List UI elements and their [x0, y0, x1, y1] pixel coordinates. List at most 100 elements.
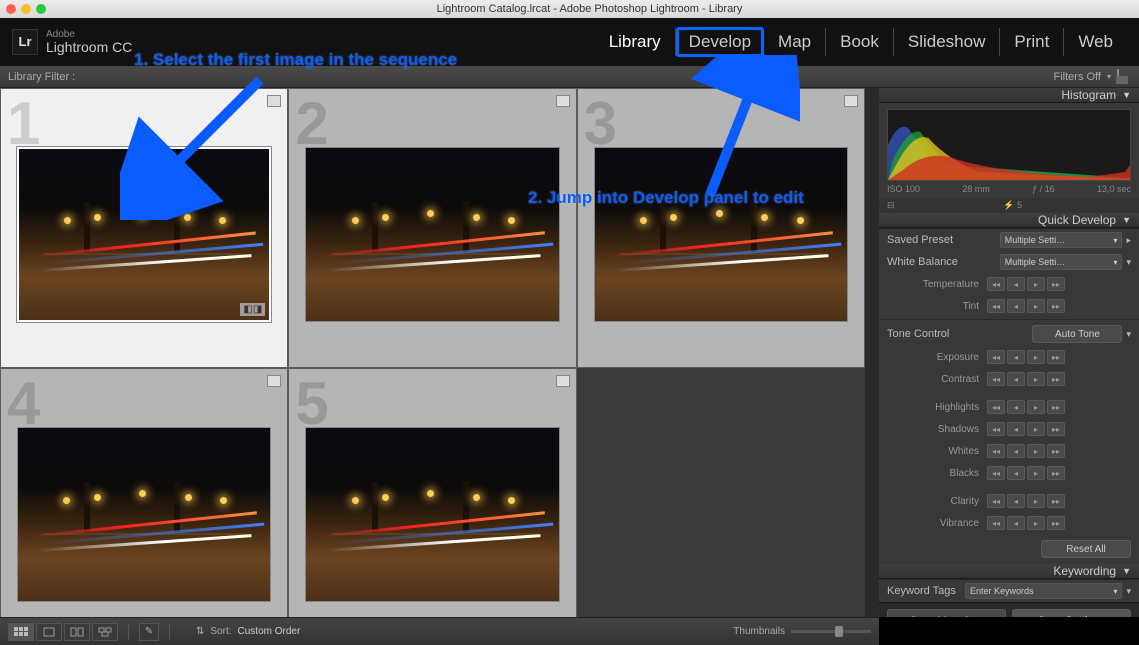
stepper-button[interactable]: ▸ [1027, 444, 1045, 458]
stepper-button[interactable]: ▸ [1027, 350, 1045, 364]
stepper-button[interactable]: ▸▸ [1047, 350, 1065, 364]
compare-view-button[interactable] [64, 623, 90, 641]
thumbnail-size-slider[interactable] [791, 630, 871, 633]
module-library[interactable]: Library [595, 28, 676, 56]
module-book[interactable]: Book [826, 28, 894, 56]
flag-icon[interactable] [556, 95, 570, 107]
minimize-window-icon[interactable] [21, 4, 31, 14]
stepper-button[interactable]: ▸ [1027, 422, 1045, 436]
reset-all-button[interactable]: Reset All [1041, 540, 1131, 558]
thumbnail-image[interactable] [305, 147, 559, 322]
stepper-button[interactable]: ▸▸ [1047, 494, 1065, 508]
survey-view-button[interactable] [92, 623, 118, 641]
exposure-stepper[interactable]: ◂◂◂▸▸▸ [987, 350, 1065, 364]
grid-view-button[interactable] [8, 623, 34, 641]
sync-metadata-button[interactable]: Sync Metadata [887, 609, 1006, 617]
close-window-icon[interactable] [6, 4, 16, 14]
stepper-button[interactable]: ◂ [1007, 422, 1025, 436]
thumbnail-image[interactable] [17, 427, 271, 602]
chevron-down-icon[interactable]: ▾ [1107, 72, 1111, 81]
stepper-button[interactable]: ◂ [1007, 372, 1025, 386]
stepper-button[interactable]: ▸▸ [1047, 372, 1065, 386]
filters-off-label[interactable]: Filters Off [1054, 71, 1101, 83]
stepper-button[interactable]: ◂◂ [987, 466, 1005, 480]
chevron-down-icon[interactable]: ▾ [1126, 257, 1131, 268]
stepper-button[interactable]: ◂◂ [987, 494, 1005, 508]
thumbnail-cell[interactable]: 3 [577, 88, 865, 368]
stepper-button[interactable]: ▸▸ [1047, 422, 1065, 436]
stepper-button[interactable]: ◂◂ [987, 372, 1005, 386]
thumbnail-cell[interactable]: 4 [0, 368, 288, 617]
stepper-button[interactable]: ◂ [1007, 350, 1025, 364]
flag-icon[interactable] [267, 95, 281, 107]
stepper-button[interactable]: ◂ [1007, 400, 1025, 414]
tint-stepper[interactable]: ◂◂◂▸▸▸ [987, 299, 1065, 313]
module-slideshow[interactable]: Slideshow [894, 28, 1001, 56]
stepper-button[interactable]: ◂ [1007, 444, 1025, 458]
grid-scrollbar[interactable] [865, 88, 879, 617]
stepper-button[interactable]: ▸ [1027, 516, 1045, 530]
shadows-stepper[interactable]: ◂◂◂▸▸▸ [987, 422, 1065, 436]
stepper-button[interactable]: ▸ [1027, 277, 1045, 291]
chevron-down-icon[interactable]: ▾ [1126, 329, 1131, 340]
module-develop[interactable]: Develop [676, 27, 764, 57]
thumbnail-image[interactable] [594, 147, 848, 322]
stepper-button[interactable]: ◂◂ [987, 350, 1005, 364]
keyword-tags-dropdown[interactable]: Enter Keywords▾ [965, 583, 1122, 599]
temperature-stepper[interactable]: ◂◂◂▸▸▸ [987, 277, 1065, 291]
stepper-button[interactable]: ◂◂ [987, 277, 1005, 291]
stepper-button[interactable]: ◂ [1007, 516, 1025, 530]
stepper-button[interactable]: ◂ [1007, 466, 1025, 480]
sort-order-dropdown[interactable]: Custom Order [238, 626, 301, 637]
module-map[interactable]: Map [764, 28, 826, 56]
stepper-button[interactable]: ▸▸ [1047, 299, 1065, 313]
chevron-down-icon[interactable]: ▾ [1126, 586, 1131, 597]
blacks-stepper[interactable]: ◂◂◂▸▸▸ [987, 466, 1065, 480]
stepper-button[interactable]: ◂◂ [987, 400, 1005, 414]
chevron-right-icon[interactable]: ▸ [1126, 235, 1131, 246]
stepper-button[interactable]: ▸▸ [1047, 277, 1065, 291]
stepper-button[interactable]: ▸▸ [1047, 516, 1065, 530]
sync-settings-button[interactable]: Sync Settings [1012, 609, 1131, 617]
stepper-button[interactable]: ◂ [1007, 277, 1025, 291]
stepper-button[interactable]: ▸▸ [1047, 466, 1065, 480]
thumbnail-image[interactable] [305, 427, 559, 602]
histogram-plot[interactable] [887, 109, 1131, 181]
stepper-button[interactable]: ◂◂ [987, 444, 1005, 458]
stepper-button[interactable]: ▸ [1027, 494, 1045, 508]
lock-icon[interactable] [1117, 69, 1119, 82]
contrast-stepper[interactable]: ◂◂◂▸▸▸ [987, 372, 1065, 386]
stepper-button[interactable]: ▸ [1027, 372, 1045, 386]
stepper-button[interactable]: ◂ [1007, 494, 1025, 508]
thumbnail-image[interactable]: ◧◨ [17, 147, 271, 322]
histogram-header[interactable]: Histogram▼ [879, 88, 1139, 103]
stepper-button[interactable]: ◂ [1007, 299, 1025, 313]
auto-tone-button[interactable]: Auto Tone [1032, 325, 1122, 343]
quick-develop-header[interactable]: Quick Develop▼ [879, 213, 1139, 228]
stepper-button[interactable]: ▸▸ [1047, 400, 1065, 414]
white-balance-dropdown[interactable]: Multiple Setti…▾ [1000, 254, 1123, 270]
thumbnail-cell[interactable]: 5 [288, 368, 576, 617]
flag-icon[interactable] [556, 375, 570, 387]
stepper-button[interactable]: ◂◂ [987, 422, 1005, 436]
saved-preset-dropdown[interactable]: Multiple Setti…▾ [1000, 232, 1123, 248]
flag-icon[interactable] [267, 375, 281, 387]
flag-icon[interactable] [844, 95, 858, 107]
clarity-stepper[interactable]: ◂◂◂▸▸▸ [987, 494, 1065, 508]
sort-direction-icon[interactable]: ⇅ [196, 626, 204, 637]
vibrance-stepper[interactable]: ◂◂◂▸▸▸ [987, 516, 1065, 530]
whites-stepper[interactable]: ◂◂◂▸▸▸ [987, 444, 1065, 458]
stepper-button[interactable]: ▸ [1027, 466, 1045, 480]
loupe-view-button[interactable] [36, 623, 62, 641]
zoom-window-icon[interactable] [36, 4, 46, 14]
stepper-button[interactable]: ▸▸ [1047, 444, 1065, 458]
thumbnail-cell[interactable]: 1◧◨ [0, 88, 288, 368]
stepper-button[interactable]: ◂◂ [987, 516, 1005, 530]
module-web[interactable]: Web [1064, 28, 1127, 56]
stepper-button[interactable]: ▸ [1027, 299, 1045, 313]
highlights-stepper[interactable]: ◂◂◂▸▸▸ [987, 400, 1065, 414]
stepper-button[interactable]: ◂◂ [987, 299, 1005, 313]
keywording-header[interactable]: Keywording▼ [879, 564, 1139, 579]
painter-tool-button[interactable]: ✎ [139, 623, 159, 641]
module-print[interactable]: Print [1000, 28, 1064, 56]
